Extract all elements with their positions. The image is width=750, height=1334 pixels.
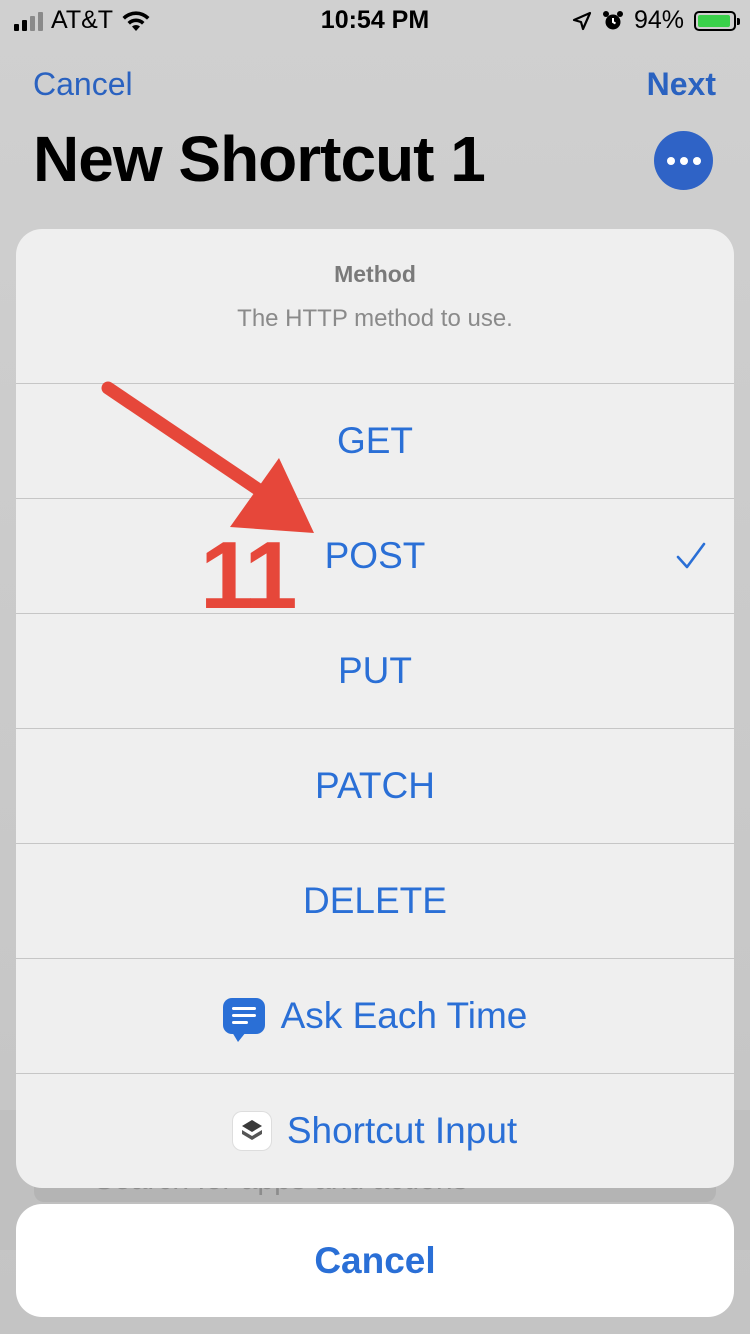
option-label: PUT [338,650,412,691]
method-action-sheet: Method The HTTP method to use. GET POST … [16,229,734,1188]
option-ask-each-time[interactable]: Ask Each Time [16,958,734,1073]
alarm-icon [602,10,623,29]
location-arrow-icon [572,11,592,30]
option-label: Ask Each Time [280,995,528,1036]
option-label: GET [336,420,414,461]
option-label: DELETE [303,880,447,921]
sheet-subtitle: The HTTP method to use. [237,305,513,332]
shortcuts-icon [232,1112,271,1150]
cancel-nav-button[interactable]: Cancel [33,66,133,103]
more-options-button[interactable] [654,131,713,190]
battery-fill [698,14,730,27]
option-post[interactable]: POST [16,498,734,613]
checkmark-icon [676,542,706,569]
annotation-step-number: 11 [200,522,298,629]
next-button[interactable]: Next [647,66,716,103]
chat-bubble-icon [222,998,265,1042]
ellipsis-icon [666,156,675,165]
option-patch[interactable]: PATCH [16,728,734,843]
option-put[interactable]: PUT [16,613,734,728]
option-label: PATCH [315,765,435,806]
sheet-title: Method [334,261,416,287]
option-delete[interactable]: DELETE [16,843,734,958]
status-right: 94% [572,6,740,35]
battery-percent: 94% [633,6,684,34]
option-label: POST [324,535,426,576]
option-get[interactable]: GET [16,383,734,498]
cancel-button[interactable]: Cancel [16,1204,734,1317]
sheet-header: Method The HTTP method to use. [16,229,734,383]
status-bar: AT&T 10:54 PM 94% [0,0,750,40]
battery-icon [694,10,740,31]
option-shortcut-input[interactable]: Shortcut Input [16,1073,734,1188]
option-label: Shortcut Input [286,1110,518,1151]
page-title: New Shortcut 1 [33,123,486,195]
